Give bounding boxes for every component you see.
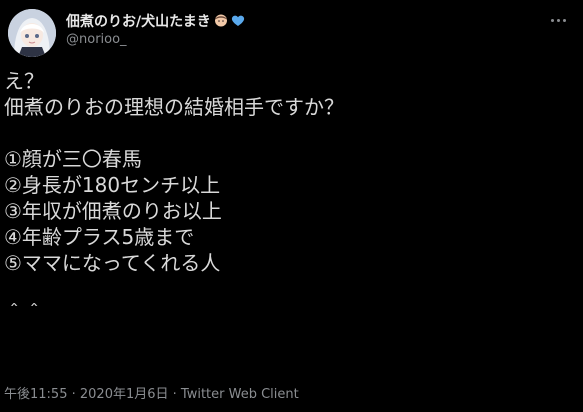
user-handle[interactable]: @norioo_ — [66, 32, 245, 47]
tweet-line: ③年収が佃煮のりお以上 — [4, 199, 222, 223]
tweet-date[interactable]: 2020年1月6日 — [80, 387, 169, 402]
tweet-line: ＾＾ — [4, 303, 44, 327]
display-name[interactable]: 佃煮のりお/犬山たまき — [66, 11, 211, 31]
tweet-text: え？ 佃煮のりおの理想の結婚相手ですか？ ①顔が三〇春馬 ②身長が180センチ以… — [4, 68, 574, 328]
tweet-time[interactable]: 午後11:55 — [4, 387, 67, 402]
more-dot — [556, 18, 560, 22]
more-options-button[interactable] — [547, 12, 569, 28]
tweet-line — [4, 276, 574, 302]
meta-separator: · — [67, 387, 80, 402]
more-dot — [562, 18, 566, 22]
tweet-client[interactable]: Twitter Web Client — [181, 387, 299, 402]
tweet-meta: 午後11:55 · 2020年1月6日 · Twitter Web Client — [4, 383, 299, 402]
tweet-card: 佃煮のりお/犬山たまき @norioo_ え？ 佃煮のりおの理想の結婚相手ですか… — [0, 0, 583, 412]
name-row: 佃煮のりお/犬山たまき — [66, 11, 245, 31]
meta-separator: · — [168, 387, 181, 402]
tweet-line: 佃煮のりおの理想の結婚相手ですか？ — [4, 95, 344, 119]
tweet-line: ⑤ママになってくれる人 — [4, 251, 221, 275]
tweet-line: ②身長が180センチ以上 — [4, 173, 221, 197]
avatar[interactable] — [8, 9, 56, 57]
tweet-line — [4, 120, 574, 146]
tweet-line: え？ — [4, 69, 44, 93]
tweet-header: 佃煮のりお/犬山たまき @norioo_ — [66, 11, 245, 47]
girl-face-emoji-icon — [214, 12, 228, 31]
more-horizontal-icon — [550, 18, 554, 22]
avatar-image — [8, 9, 56, 57]
tweet-line: ①顔が三〇春馬 — [4, 147, 142, 171]
blue-heart-icon — [231, 12, 245, 31]
tweet-line: ④年齢プラス5歳まで — [4, 225, 195, 249]
